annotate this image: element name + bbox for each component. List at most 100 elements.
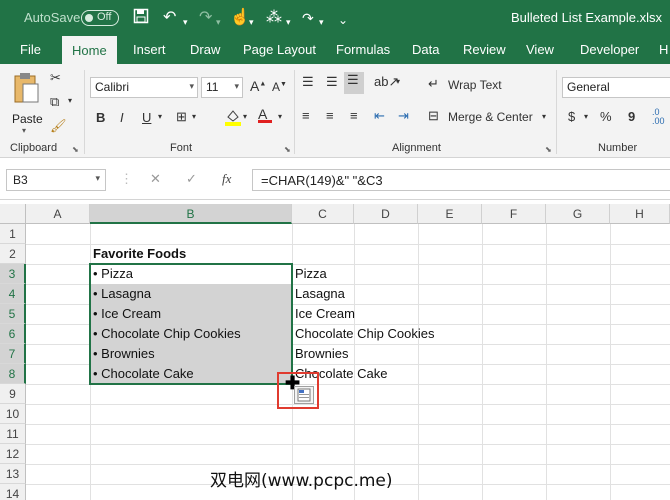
font-color-icon[interactable]: A [258, 106, 272, 123]
touch-mode-icon[interactable]: ☝ [230, 8, 250, 28]
repeat-dropdown-icon[interactable]: ▾ [319, 12, 324, 32]
copy-icon[interactable]: ⧉ [50, 94, 59, 110]
row-header[interactable]: 11 [0, 424, 26, 444]
underline-button[interactable]: U [142, 110, 151, 125]
sort-dropdown-icon[interactable]: ▾ [286, 12, 291, 32]
enter-icon[interactable]: ✓ [186, 171, 197, 187]
borders-dropdown-icon[interactable]: ▾ [192, 112, 196, 121]
cell-c7[interactable]: Brownies [292, 344, 348, 364]
cancel-icon[interactable]: ✕ [150, 171, 161, 187]
column-header-g[interactable]: G [546, 204, 610, 224]
cell-b2[interactable]: Favorite Foods [90, 244, 186, 264]
fill-color-icon[interactable] [224, 108, 242, 129]
align-left-icon[interactable]: ≡ [302, 108, 310, 123]
font-color-dropdown-icon[interactable]: ▾ [278, 112, 282, 121]
fill-color-dropdown-icon[interactable]: ▾ [243, 112, 247, 121]
formula-input[interactable]: =CHAR(149)&" "&C3 [252, 169, 670, 191]
column-header-h[interactable]: H [610, 204, 670, 224]
currency-button[interactable]: $ [568, 109, 575, 124]
row-header[interactable]: 1 [0, 224, 26, 244]
autosave-toggle[interactable]: Off [81, 10, 119, 26]
middle-align-icon[interactable]: ☰ [326, 74, 338, 90]
column-header-c[interactable]: C [292, 204, 354, 224]
row-header[interactable]: 6 [0, 324, 26, 344]
save-icon[interactable] [133, 8, 149, 30]
row-header[interactable]: 5 [0, 304, 26, 324]
align-center-icon[interactable]: ≡ [326, 108, 334, 123]
tab-draw[interactable]: Draw [190, 42, 220, 57]
row-header[interactable]: 7 [0, 344, 26, 364]
italic-button[interactable]: I [120, 110, 124, 125]
currency-dropdown-icon[interactable]: ▾ [584, 112, 588, 121]
cut-icon[interactable]: ✂ [50, 70, 61, 86]
tab-home[interactable]: Home [62, 36, 117, 64]
row-header[interactable]: 12 [0, 444, 26, 464]
redo-dropdown-icon[interactable]: ▾ [216, 12, 221, 32]
tab-review[interactable]: Review [463, 42, 506, 57]
orientation-dropdown-icon[interactable]: ▾ [396, 77, 400, 86]
decrease-indent-icon[interactable]: ⇤ [374, 108, 385, 124]
tab-formulas[interactable]: Formulas [336, 42, 390, 57]
format-painter-icon[interactable]: 🖌 [50, 118, 67, 134]
touch-dropdown-icon[interactable]: ▾ [249, 12, 254, 32]
align-right-icon[interactable]: ≡ [350, 108, 358, 123]
cell-c3[interactable]: Pizza [292, 264, 327, 284]
clipboard-launcher-icon[interactable]: ⬊ [72, 145, 79, 154]
number-format-select[interactable]: General [562, 77, 670, 98]
row-header[interactable]: 2 [0, 244, 26, 264]
font-name-select[interactable]: Calibri ▾ [90, 77, 198, 98]
row-header[interactable]: 13 [0, 464, 26, 484]
increase-indent-icon[interactable]: ⇥ [398, 108, 409, 124]
font-launcher-icon[interactable]: ⬊ [284, 145, 291, 154]
column-header-e[interactable]: E [418, 204, 482, 224]
copy-dropdown-icon[interactable]: ▾ [68, 96, 72, 105]
tab-developer[interactable]: Developer [580, 42, 639, 57]
top-align-icon[interactable]: ☰ [302, 74, 314, 90]
column-header-b[interactable]: B [90, 204, 292, 224]
underline-dropdown-icon[interactable]: ▾ [158, 112, 162, 121]
row-header[interactable]: 10 [0, 404, 26, 424]
percent-button[interactable]: % [600, 109, 612, 124]
tab-insert[interactable]: Insert [133, 42, 166, 57]
wrap-text-icon[interactable]: ↵ [428, 76, 439, 92]
merge-dropdown-icon[interactable]: ▾ [542, 112, 546, 121]
tab-help[interactable]: H [659, 42, 668, 57]
row-header[interactable]: 3 [0, 264, 26, 284]
name-box[interactable]: B3 ▾ [6, 169, 106, 191]
increase-decimal-icon[interactable]: .0.00 [652, 108, 665, 126]
row-header[interactable]: 8 [0, 364, 26, 384]
customize-toolbar-icon[interactable]: ⌄ [338, 10, 348, 30]
sort-icon[interactable]: ⁂ [266, 8, 282, 28]
row-header[interactable]: 4 [0, 284, 26, 304]
comma-button[interactable]: 9 [628, 109, 635, 124]
tab-file[interactable]: File [20, 42, 41, 57]
undo-icon[interactable]: ↶ [163, 8, 176, 28]
tab-data[interactable]: Data [412, 42, 439, 57]
merge-center-icon[interactable]: ⊟ [428, 108, 439, 124]
alignment-launcher-icon[interactable]: ⬊ [545, 145, 552, 154]
bold-button[interactable]: B [96, 110, 105, 125]
cell-c5[interactable]: Ice Cream [292, 304, 355, 324]
paste-button[interactable]: Paste ▾ [8, 70, 44, 135]
bottom-align-icon[interactable]: ☰ [344, 72, 364, 94]
column-header-d[interactable]: D [354, 204, 418, 224]
merge-center-button[interactable]: Merge & Center [448, 110, 533, 124]
undo-dropdown-icon[interactable]: ▾ [183, 12, 188, 32]
decrease-font-icon[interactable]: A▼ [272, 80, 287, 94]
redo-repeat-icon[interactable]: ↷ [302, 8, 314, 28]
insert-function-button[interactable]: fx [222, 171, 231, 187]
borders-icon[interactable]: ⊞ [176, 109, 187, 125]
row-header[interactable]: 14 [0, 484, 26, 500]
select-all-corner[interactable] [0, 204, 26, 224]
tab-page-layout[interactable]: Page Layout [243, 42, 316, 57]
column-header-a[interactable]: A [26, 204, 90, 224]
column-header-f[interactable]: F [482, 204, 546, 224]
increase-font-icon[interactable]: A▲ [250, 78, 266, 94]
cell-c4[interactable]: Lasagna [292, 284, 345, 304]
redo-icon[interactable]: ↷ [199, 8, 212, 28]
font-size-select[interactable]: 11 ▾ [201, 77, 243, 98]
tab-view[interactable]: View [526, 42, 554, 57]
wrap-text-button[interactable]: Wrap Text [448, 78, 502, 92]
cell-c6[interactable]: Chocolate Chip Cookies [292, 324, 434, 344]
row-header[interactable]: 9 [0, 384, 26, 404]
